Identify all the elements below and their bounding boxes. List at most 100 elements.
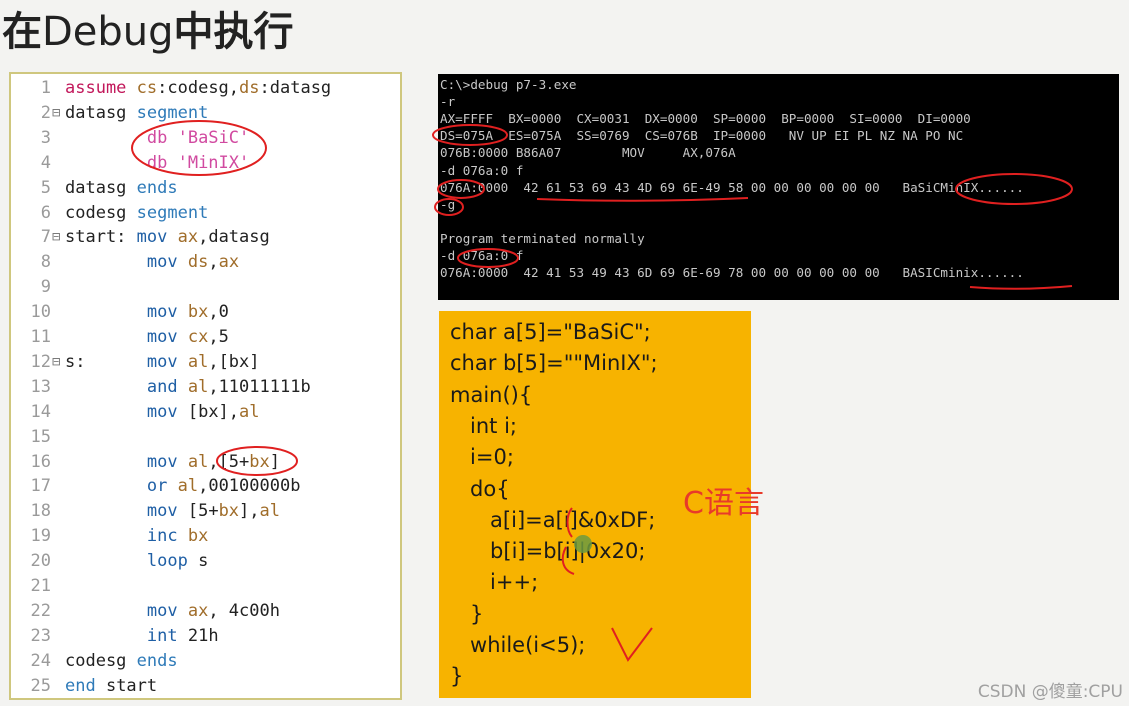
code-line: 1 assume cs:codesg,ds:datasg: [11, 76, 400, 101]
console-line: 076A:0000 42 61 53 69 43 4D 69 6E-49 58 …: [440, 179, 1024, 195]
console-line: -r: [440, 94, 456, 110]
line-number: 17: [30, 476, 51, 497]
code-text: loop s: [146, 551, 209, 572]
line-number: 15: [30, 426, 51, 447]
code-line: 22 mov ax, 4c00h: [11, 599, 400, 624]
c-code-line: a[i]=a[i]&0xDF;: [450, 507, 656, 532]
code-line: 9: [11, 275, 400, 300]
code-text: db 'BaSiC': [146, 127, 250, 148]
code-text: int 21h: [146, 625, 219, 646]
line-number: 12: [30, 351, 51, 372]
line-number: 10: [30, 302, 51, 323]
c-code-line: char a[5]="BaSiC";: [450, 320, 651, 344]
console-line: -d 076a:0 f: [440, 248, 524, 263]
watermark: CSDN @傻童:CPU: [977, 682, 1123, 702]
code-line: 14 mov [bx],al: [11, 400, 400, 425]
code-line: 11 mov cx,5: [11, 325, 400, 350]
line-number: 11: [30, 327, 51, 347]
c-code-line: }: [450, 664, 464, 689]
c-language-label: C语言: [683, 486, 764, 521]
code-line: 19 inc bx: [11, 524, 400, 549]
code-line: 17 or al,00100000b: [11, 474, 400, 499]
line-number: 1: [40, 78, 51, 98]
code-text: codesg segment: [65, 202, 209, 223]
page-title: 在Debug中执行: [2, 9, 294, 55]
code-line: 20 loop s: [11, 549, 400, 574]
line-number: 23: [30, 625, 51, 646]
console-line: 076B:0000 B86A07 MOV AX,076A: [440, 145, 736, 161]
code-text: or al,00100000b: [146, 476, 301, 497]
line-number: 2: [40, 102, 51, 123]
line-number: 18: [30, 501, 51, 522]
code-line: 10 mov bx,0: [11, 300, 400, 325]
code-line: 5 datasg ends: [11, 176, 400, 201]
line-number: 9: [40, 277, 51, 298]
c-code-line: int i;: [450, 413, 517, 438]
console-line: DS=075A ES=075A SS=0769 CS=076B IP=0000 …: [440, 128, 964, 144]
c-code-line: i++;: [450, 570, 539, 595]
c-code-line: main(){: [450, 382, 533, 407]
line-number: 19: [30, 526, 51, 547]
code-line: 24 codesg ends: [11, 649, 400, 674]
code-text: codesg ends: [65, 650, 178, 671]
line-number: 21: [30, 576, 51, 596]
fold-toggle-icon[interactable]: ⊟: [52, 350, 65, 375]
line-number: 5: [40, 177, 51, 198]
line-number: 14: [30, 401, 51, 422]
line-number: 3: [40, 127, 51, 148]
c-code-line: }: [450, 601, 484, 626]
line-number: 7: [40, 227, 51, 248]
code-text: mov ax, 4c00h: [146, 600, 280, 621]
code-text: s: mov al,[bx]: [65, 351, 260, 372]
line-number: 22: [30, 600, 51, 621]
line-number: 4: [40, 152, 51, 173]
fold-toggle-icon[interactable]: ⊟: [52, 225, 65, 250]
code-text: end start: [65, 675, 158, 696]
code-line: 18 mov [5+bx],al: [11, 499, 400, 524]
c-code-line: char b[5]=""MinIX";: [450, 351, 658, 376]
code-text: inc bx: [146, 526, 209, 547]
code-line: 15: [11, 425, 400, 450]
line-number: 24: [30, 650, 51, 671]
code-text: datasg ends: [65, 177, 178, 198]
line-number: 20: [30, 551, 51, 572]
code-editor[interactable]: 1 assume cs:codesg,ds:datasg 2 ⊟ datasg segm…: [9, 72, 402, 700]
code-line: 12 ⊟ s: mov al,[bx]: [11, 350, 400, 375]
code-text: db 'MinIX': [146, 152, 250, 173]
code-line: 2 ⊟ datasg segment: [11, 101, 400, 126]
code-line: 3 db 'BaSiC': [11, 126, 400, 151]
console-line: 076A:0000 42 41 53 49 43 6D 69 6E-69 78 …: [440, 265, 1024, 281]
code-line: 16 mov al,[5+bx]: [11, 450, 400, 475]
code-line: 6 codesg segment: [11, 201, 400, 226]
code-line: 13 and al,11011111b: [11, 375, 400, 400]
debug-console[interactable]: C:\>debug p7-3.exe -r AX=FFFF BX=0000 CX=0…: [438, 74, 1119, 300]
c-code-line: while(i<5);: [450, 633, 586, 657]
fold-toggle-icon[interactable]: ⊟: [52, 101, 65, 126]
code-text: mov [bx],al: [146, 401, 260, 422]
line-number: 25: [30, 675, 51, 696]
console-line: Program terminated normally: [440, 230, 645, 246]
code-line: 7 ⊟ start: mov ax,datasg: [11, 225, 400, 250]
c-code-line: i=0;: [450, 445, 514, 470]
console-line: -d 076a:0 f: [440, 162, 524, 178]
code-text: and al,11011111b: [146, 376, 311, 397]
line-number: 8: [40, 252, 51, 273]
code-text: mov bx,0: [146, 302, 229, 323]
line-number: 6: [40, 202, 51, 223]
code-line: 4 db 'MinIX': [11, 151, 400, 176]
console-line: C:\>debug p7-3.exe: [440, 77, 577, 92]
c-code-line: do{: [450, 476, 510, 501]
console-line: AX=FFFF BX=0000 CX=0031 DX=0000 SP=0000 …: [440, 111, 971, 127]
code-text: mov [5+bx],al: [146, 501, 281, 522]
console-line: -g: [440, 196, 456, 212]
line-number: 16: [30, 451, 51, 472]
code-line: 8 mov ds,ax: [11, 250, 400, 275]
code-line: 23 int 21h: [11, 624, 400, 649]
code-text: datasg segment: [65, 102, 209, 123]
code-text: start: mov ax,datasg: [65, 227, 270, 248]
c-code-line: b[i]=b[i]|0x20;: [450, 539, 646, 564]
line-number: 13: [30, 376, 51, 397]
code-line: 25 end start: [11, 674, 400, 699]
code-text: mov cx,5: [146, 327, 229, 347]
code-text: mov al,[5+bx]: [146, 451, 281, 472]
